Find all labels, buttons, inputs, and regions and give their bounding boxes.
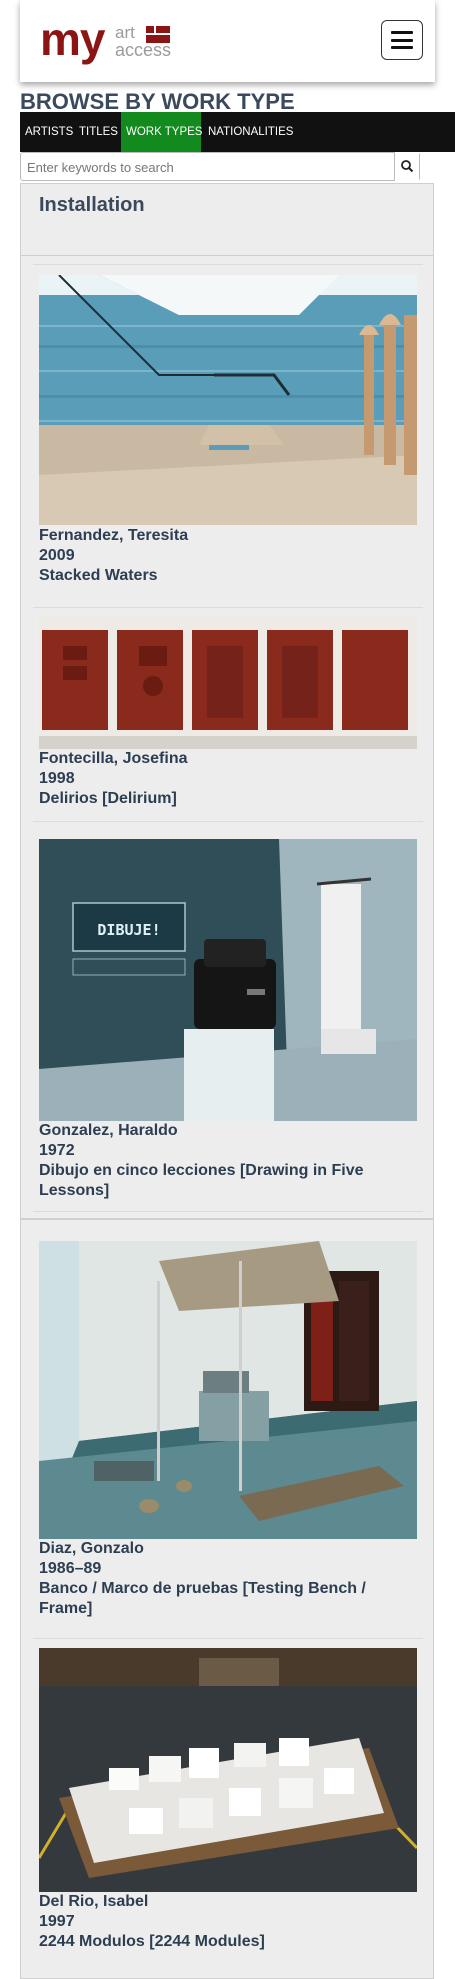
work-artist[interactable]: Del Rio, Isabel xyxy=(39,1892,417,1912)
work-year: 1997 xyxy=(39,1913,75,1930)
nav-tab-titles[interactable]: TITLES xyxy=(74,112,120,152)
work-title[interactable]: 2244 Modulos [2244 Modules] xyxy=(39,1932,417,1952)
work-card[interactable]: Del Rio, Isabel 1997 2244 Modulos [2244 … xyxy=(39,1648,417,1978)
work-image[interactable] xyxy=(39,275,417,525)
category-panel: Installation Fernandez, Teresita 2009 St… xyxy=(20,183,434,1219)
work-card[interactable]: DIBUJE! Gonzalez, Haraldo 1972 Dibujo en… xyxy=(39,839,417,1209)
category-panel-continued: Diaz, Gonzalo 1986–89 Banco / Marco de p… xyxy=(20,1219,434,1979)
work-artist[interactable]: Gonzalez, Haraldo xyxy=(39,1121,417,1141)
logo-mark-icon xyxy=(146,26,172,44)
work-card[interactable]: Diaz, Gonzalo 1986–89 Banco / Marco de p… xyxy=(39,1241,417,1621)
site-header: my art access xyxy=(20,0,435,82)
logo-art-text: art xyxy=(115,23,135,42)
work-title[interactable]: Stacked Waters xyxy=(39,566,417,586)
work-type-nav: ARTISTS TITLES WORK TYPES NATIONALITIES xyxy=(20,112,455,152)
projection-text: DIBUJE! xyxy=(97,921,160,939)
work-title[interactable]: Delirios [Delirium] xyxy=(39,789,417,809)
work-artist[interactable]: Fontecilla, Josefina xyxy=(39,749,417,769)
work-year: 1998 xyxy=(39,770,75,787)
search-button[interactable] xyxy=(394,152,419,181)
work-year: 1972 xyxy=(39,1142,75,1159)
work-artist[interactable]: Diaz, Gonzalo xyxy=(39,1539,417,1559)
nav-tab-work-types[interactable]: WORK TYPES xyxy=(121,112,202,152)
search-icon xyxy=(401,160,414,173)
work-title[interactable]: Banco / Marco de pruebas [Testing Bench … xyxy=(39,1579,417,1619)
search-bar xyxy=(20,152,420,181)
work-image[interactable] xyxy=(39,1241,417,1539)
work-image[interactable] xyxy=(39,1648,417,1892)
nav-tab-artists[interactable]: ARTISTS xyxy=(20,112,73,152)
nav-tab-nationalities[interactable]: NATIONALITIES xyxy=(203,112,293,152)
work-year: 2009 xyxy=(39,547,75,564)
work-card[interactable]: Fernandez, Teresita 2009 Stacked Waters xyxy=(39,275,417,600)
work-image[interactable]: DIBUJE! xyxy=(39,839,417,1121)
work-card[interactable]: Fontecilla, Josefina 1998 Delirios [Deli… xyxy=(39,616,417,811)
site-logo[interactable]: my art access xyxy=(40,14,200,68)
work-image[interactable] xyxy=(39,616,417,749)
menu-button[interactable] xyxy=(381,20,423,60)
work-title[interactable]: Dibujo en cinco lecciones [Drawing in Fi… xyxy=(39,1161,417,1201)
work-year: 1986–89 xyxy=(39,1560,102,1577)
logo-my-text: my xyxy=(40,13,105,65)
category-heading: Installation xyxy=(39,194,145,216)
search-input[interactable] xyxy=(27,158,387,176)
work-artist[interactable]: Fernandez, Teresita xyxy=(39,526,417,546)
hamburger-icon xyxy=(391,31,413,34)
